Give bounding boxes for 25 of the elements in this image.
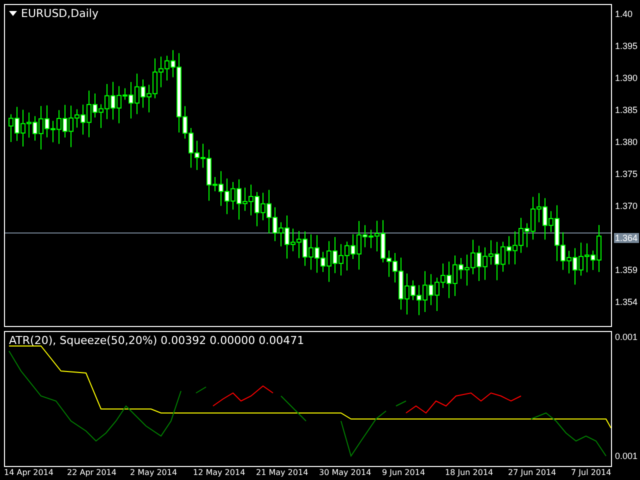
price-axis-label: 1.40: [614, 9, 634, 19]
indicator-axis-label: 0.001: [614, 451, 639, 461]
dropdown-triangle-icon[interactable]: [9, 10, 17, 16]
price-axis-label: 1.380: [614, 137, 639, 147]
time-axis-label: 12 May 2014: [193, 468, 246, 477]
time-axis-label: 18 Jun 2014: [445, 468, 494, 477]
time-axis-label: 30 May 2014: [319, 468, 372, 477]
symbol-label: EURUSD,Daily: [21, 7, 98, 20]
indicator-axis-label: 0.001: [614, 332, 639, 342]
time-axis-label: 7 Jul 2014: [571, 468, 612, 477]
time-axis-label: 22 Apr 2014: [67, 468, 116, 477]
price-axis-label: 1.385: [614, 105, 639, 115]
indicator-title: ATR(20), Squeeze(50,20%) 0.00392 0.00000 0.00471: [9, 334, 304, 347]
time-axis-label: 9 Jun 2014: [382, 468, 426, 477]
current-price-label: 1.364: [614, 233, 639, 243]
time-axis-label: 2 May 2014: [130, 468, 178, 477]
price-axis-label: 1.375: [614, 169, 639, 179]
price-axis-label: 1.395: [614, 41, 639, 51]
price-axis-label: 1.370: [614, 201, 639, 211]
time-axis-label: 27 Jun 2014: [508, 468, 556, 477]
price-axis-label: 1.359: [614, 265, 639, 275]
price-axis-label: 1.390: [614, 73, 639, 83]
time-axis-label: 14 Apr 2014: [4, 468, 54, 477]
price-axis-label: 1.354: [614, 297, 639, 307]
time-axis-label: 21 May 2014: [256, 468, 308, 477]
